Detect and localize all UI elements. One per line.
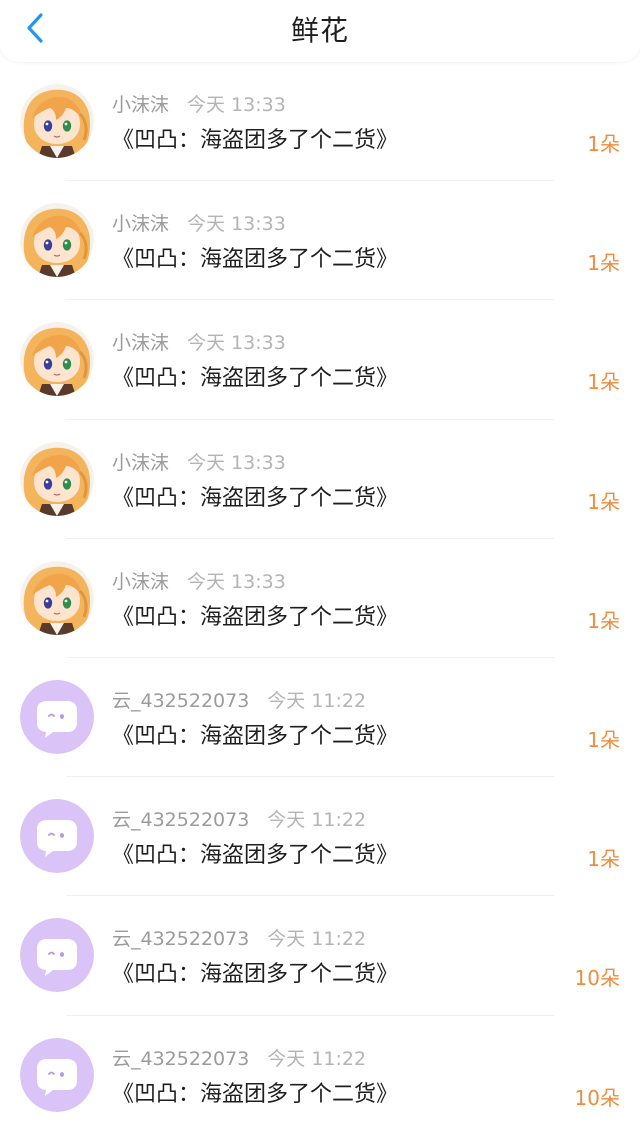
- user-name[interactable]: 小沫沫: [112, 571, 169, 593]
- timestamp: 今天 13:33: [187, 451, 286, 474]
- book-title[interactable]: 《凹凸：海盗团多了个二货》: [112, 241, 398, 273]
- chat-bubble-icon: [20, 799, 94, 874]
- timestamp: 今天 11:22: [267, 1047, 367, 1070]
- avatar[interactable]: [20, 322, 94, 397]
- anime-girl-avatar-icon: [20, 560, 94, 635]
- list-item[interactable]: 小沫沫 今天 13:33 《凹凸：海盗团多了个二货》 1朵: [0, 62, 640, 182]
- list-item[interactable]: 云_432522073 今天 11:22 《凹凸：海盗团多了个二货》 10朵: [0, 896, 640, 1016]
- chat-bubble-icon: [20, 1037, 94, 1112]
- avatar[interactable]: [20, 918, 94, 993]
- flower-count: 10朵: [574, 1085, 620, 1110]
- flower-count: 1朵: [587, 370, 620, 395]
- nav-header: 鲜花: [0, 0, 640, 62]
- timestamp: 今天 13:33: [187, 94, 286, 116]
- anime-girl-avatar-icon: [20, 441, 94, 516]
- flower-count: 1朵: [587, 132, 620, 156]
- avatar[interactable]: [20, 203, 94, 278]
- anime-girl-avatar-icon: [20, 84, 94, 158]
- book-title[interactable]: 《凹凸：海盗团多了个二货》: [112, 480, 398, 512]
- flower-count: 1朵: [587, 251, 620, 276]
- book-title[interactable]: 《凹凸：海盗团多了个二货》: [112, 599, 398, 631]
- user-name[interactable]: 小沫沫: [112, 332, 169, 354]
- list-item[interactable]: 小沫沫 今天 13:33 《凹凸：海盗团多了个二货》 1朵: [0, 181, 640, 301]
- avatar[interactable]: [20, 84, 94, 158]
- chat-bubble-icon: [20, 679, 94, 754]
- list-item[interactable]: 云_432522073 今天 11:22 《凹凸：海盗团多了个二货》 1朵: [0, 777, 640, 897]
- user-name[interactable]: 小沫沫: [112, 213, 169, 235]
- book-title[interactable]: 《凹凸：海盗团多了个二货》: [112, 837, 398, 869]
- avatar[interactable]: [20, 679, 94, 754]
- timestamp: 今天 13:33: [187, 332, 286, 355]
- flower-count: 1朵: [587, 847, 620, 872]
- user-name[interactable]: 云_432522073: [112, 690, 249, 712]
- flower-count: 10朵: [574, 966, 620, 991]
- book-title[interactable]: 《凹凸：海盗团多了个二货》: [112, 956, 398, 988]
- book-title[interactable]: 《凹凸：海盗团多了个二货》: [112, 718, 398, 750]
- book-title[interactable]: 《凹凸：海盗团多了个二货》: [112, 122, 398, 154]
- timestamp: 今天 11:22: [267, 689, 367, 712]
- list-item[interactable]: 云_432522073 今天 11:22 《凹凸：海盗团多了个二货》 1朵: [0, 658, 640, 778]
- timestamp: 今天 11:22: [267, 928, 367, 951]
- list-item[interactable]: 小沫沫 今天 13:33 《凹凸：海盗团多了个二货》 1朵: [0, 300, 640, 420]
- timestamp: 今天 13:33: [187, 213, 286, 236]
- user-name[interactable]: 云_432522073: [112, 1048, 249, 1070]
- avatar[interactable]: [20, 441, 94, 516]
- chat-bubble-icon: [20, 918, 94, 993]
- page-title: 鲜花: [290, 14, 349, 47]
- anime-girl-avatar-icon: [20, 322, 94, 397]
- avatar[interactable]: [20, 799, 94, 874]
- flower-count: 1朵: [587, 608, 620, 633]
- list-item[interactable]: 小沫沫 今天 13:33 《凹凸：海盗团多了个二货》 1朵: [0, 539, 640, 658]
- anime-girl-avatar-icon: [20, 203, 94, 278]
- user-name[interactable]: 云_432522073: [112, 809, 249, 831]
- avatar[interactable]: [20, 1037, 94, 1112]
- book-title[interactable]: 《凹凸：海盗团多了个二货》: [112, 1076, 398, 1108]
- list-item[interactable]: 云_432522073 今天 11:22 《凹凸：海盗团多了个二货》 10朵: [0, 1016, 640, 1135]
- avatar[interactable]: [20, 560, 94, 635]
- list-item[interactable]: 小沫沫 今天 13:33 《凹凸：海盗团多了个二货》 1朵: [0, 420, 640, 539]
- user-name[interactable]: 云_432522073: [112, 928, 249, 950]
- user-name[interactable]: 小沫沫: [112, 452, 169, 474]
- timestamp: 今天 11:22: [267, 809, 367, 832]
- user-name[interactable]: 小沫沫: [112, 94, 169, 116]
- timestamp: 今天 13:33: [187, 570, 286, 593]
- flower-list: 小沫沫 今天 13:33 《凹凸：海盗团多了个二货》 1朵 小沫沫 今天 13:33…: [0, 62, 640, 1135]
- flower-count: 1朵: [587, 727, 620, 752]
- flower-count: 1朵: [587, 489, 620, 514]
- book-title[interactable]: 《凹凸：海盗团多了个二货》: [112, 360, 398, 392]
